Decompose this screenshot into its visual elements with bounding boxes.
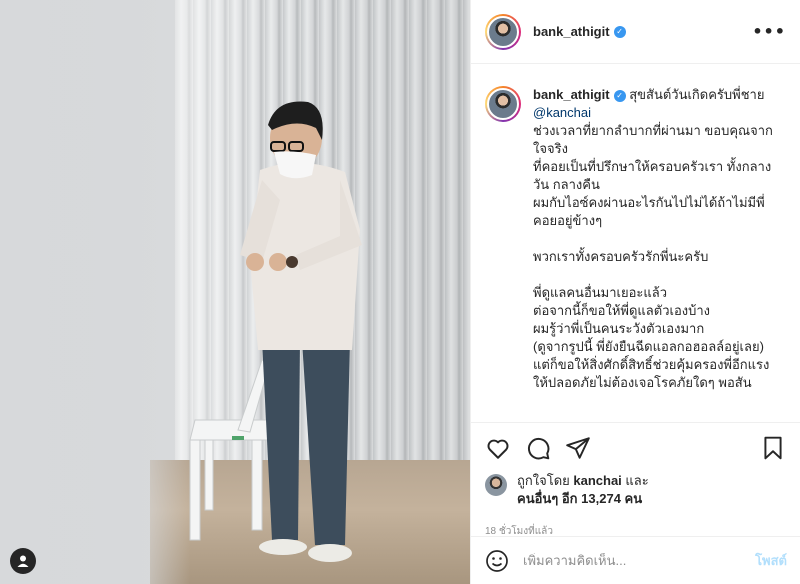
comment-box: โพสต์: [471, 536, 800, 584]
post-side-panel: bank_athigit ✓ ••• bank_athigit ✓ สุขสันต…: [470, 0, 800, 584]
verified-badge-icon: ✓: [613, 25, 626, 38]
liker-username[interactable]: kanchai: [573, 473, 621, 488]
post-header: bank_athigit ✓ •••: [471, 0, 800, 64]
caption-line: สุขสันต์วันเกิดครับพี่ชาย: [629, 87, 765, 102]
caption-line: ให้ปลอดภัยไม่ต้องเจอโรคภัยใดๆ พอสัน: [533, 375, 752, 390]
caption-line: (ดูจากรูปนี้ พี่ยังยืนฉีดแอลกอฮอลล์อยู่เ…: [533, 339, 764, 354]
heart-icon[interactable]: [485, 435, 511, 461]
caption-area: bank_athigit ✓ สุขสันต์วันเกิดครับพี่ชาย …: [471, 64, 800, 422]
caption-text: bank_athigit ✓ สุขสันต์วันเกิดครับพี่ชาย …: [533, 86, 786, 422]
likes-summary: ถูกใจโดย kanchai และ คนอื่นๆ อีก 13,274 …: [471, 472, 800, 516]
more-options-icon[interactable]: •••: [752, 22, 786, 41]
caption-line: ผมกับไอซ์คงผ่านอะไรกันไปไม่ได้ถ้าไม่มีพี…: [533, 195, 765, 228]
caption-line: ต่อจากนี้ก็ขอให้พี่ดูแลตัวเองบ้าง: [533, 303, 711, 318]
caption-line: แต่ก็ขอให้สิ่งศักดิ์สิทธิ์ช่วยคุ้มครองพี…: [533, 357, 770, 372]
plastic-chair: [189, 359, 273, 541]
photo-person-figure: [189, 101, 362, 562]
person-icon: [17, 555, 29, 567]
smile-icon[interactable]: [485, 549, 509, 573]
post-actions: [471, 422, 800, 472]
caption-avatar[interactable]: [485, 86, 521, 122]
likes-and: และ: [625, 473, 649, 488]
caption-line: พี่ดูแลคนอื่นมาเยอะแล้ว: [533, 285, 667, 300]
header-username[interactable]: bank_athigit: [533, 24, 610, 39]
liker-avatar[interactable]: [485, 474, 507, 496]
comment-icon[interactable]: [525, 435, 551, 461]
caption-username[interactable]: bank_athigit: [533, 87, 610, 102]
caption-line: ที่คอยเป็นที่ปรึกษาให้ครอบครัวเรา ทั้งกล…: [533, 159, 772, 192]
likes-prefix: ถูกใจโดย: [517, 473, 570, 488]
verified-badge-icon: ✓: [613, 90, 626, 102]
caption-line: ผมรู้ว่าพี่เป็นคนระวังตัวเองมาก: [533, 321, 705, 336]
post-comment-button[interactable]: โพสต์: [755, 550, 787, 571]
tagged-user-icon[interactable]: [10, 548, 36, 574]
caption-line: ช่วงเวลาที่ยากลำบากที่ผ่านมา ขอบคุณจากใจ…: [533, 123, 773, 156]
caption-line: พวกเราทั้งครอบครัวรักพี่นะครับ: [533, 249, 709, 264]
likes-count-link[interactable]: คนอื่นๆ อีก 13,274 คน: [517, 491, 642, 506]
share-icon[interactable]: [565, 435, 591, 461]
avatar[interactable]: [485, 13, 521, 50]
bookmark-icon[interactable]: [760, 435, 786, 461]
mention-link[interactable]: @kanchai: [533, 104, 786, 122]
comment-input[interactable]: [523, 553, 756, 568]
post-photo[interactable]: [0, 0, 470, 584]
